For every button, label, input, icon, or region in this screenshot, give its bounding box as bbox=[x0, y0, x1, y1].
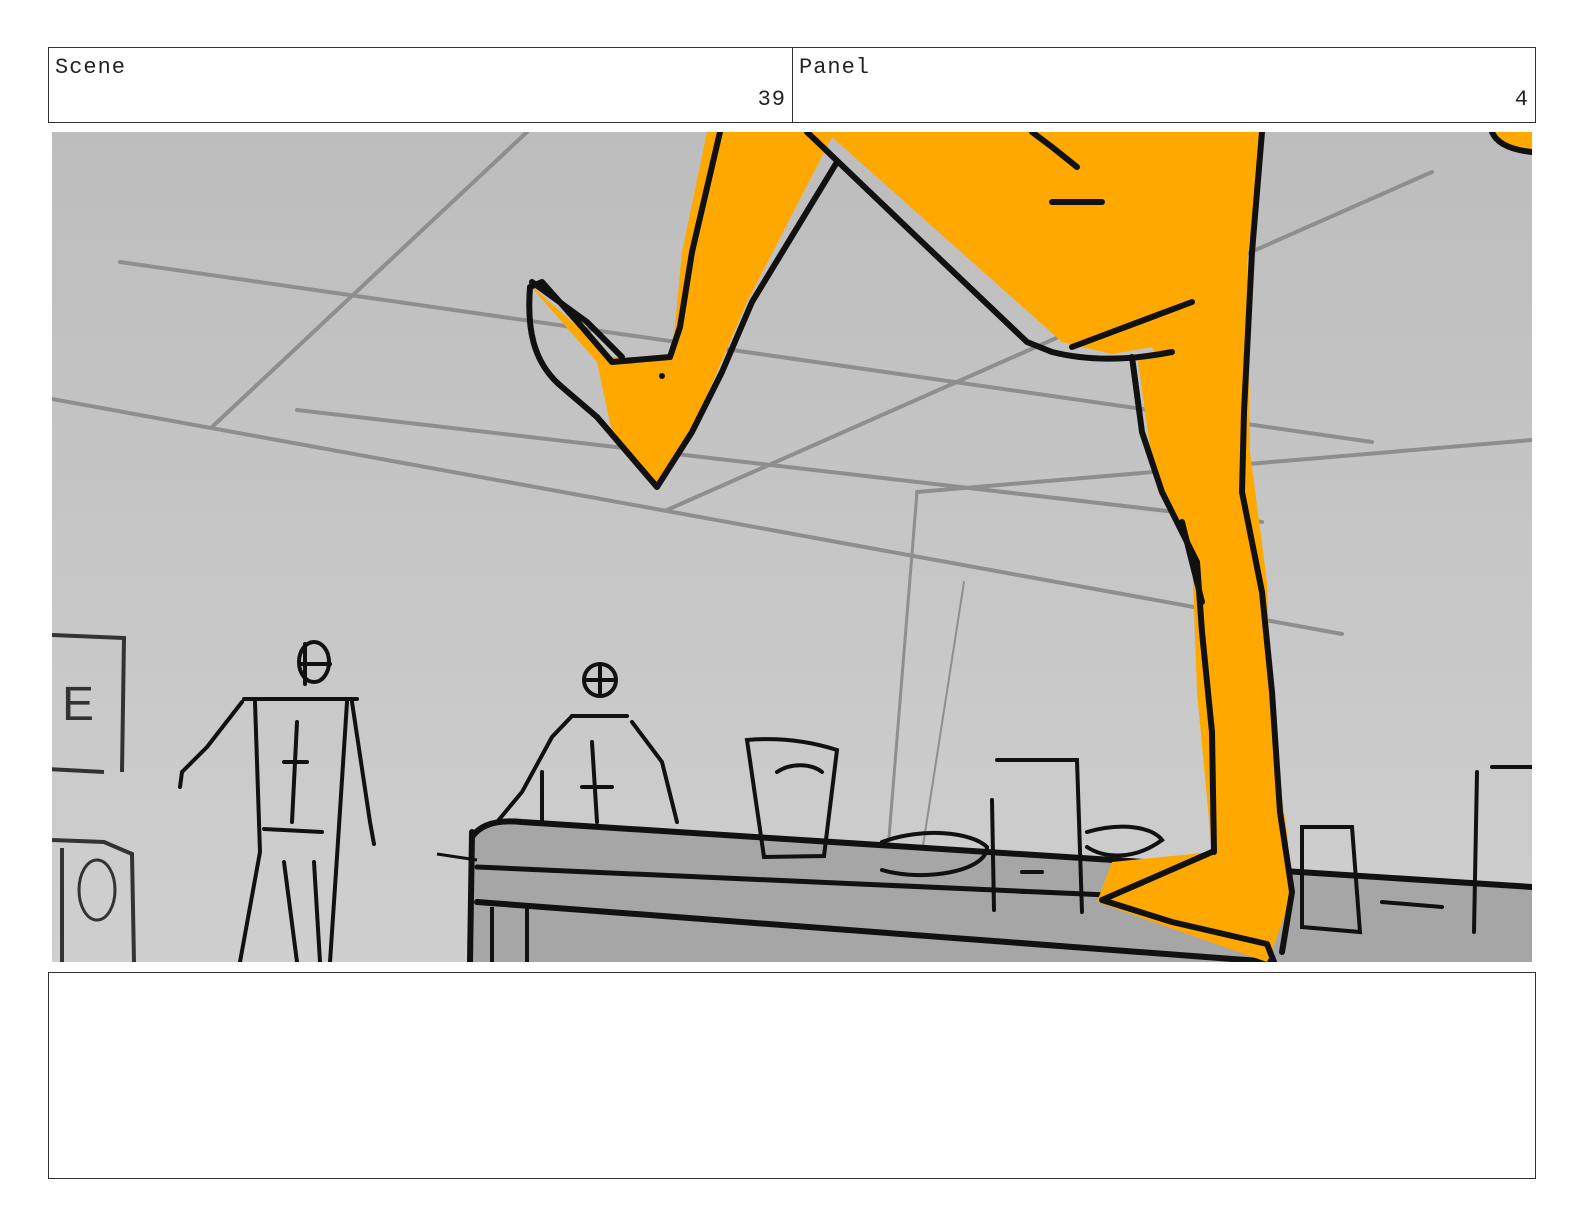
scene-cell: Scene 39 bbox=[49, 48, 793, 122]
storyboard-frame: E bbox=[52, 132, 1532, 962]
panel-header: Scene 39 Panel 4 bbox=[48, 47, 1536, 123]
scene-label: Scene bbox=[55, 55, 127, 80]
panel-number: 4 bbox=[1514, 87, 1529, 112]
panel-cell: Panel 4 bbox=[793, 48, 1535, 122]
storyboard-sketch: E bbox=[52, 132, 1532, 962]
panel-notes-box bbox=[48, 972, 1536, 1179]
panel-label: Panel bbox=[799, 55, 871, 80]
scene-number: 39 bbox=[757, 87, 786, 112]
wall-sign-text: E bbox=[62, 678, 94, 731]
